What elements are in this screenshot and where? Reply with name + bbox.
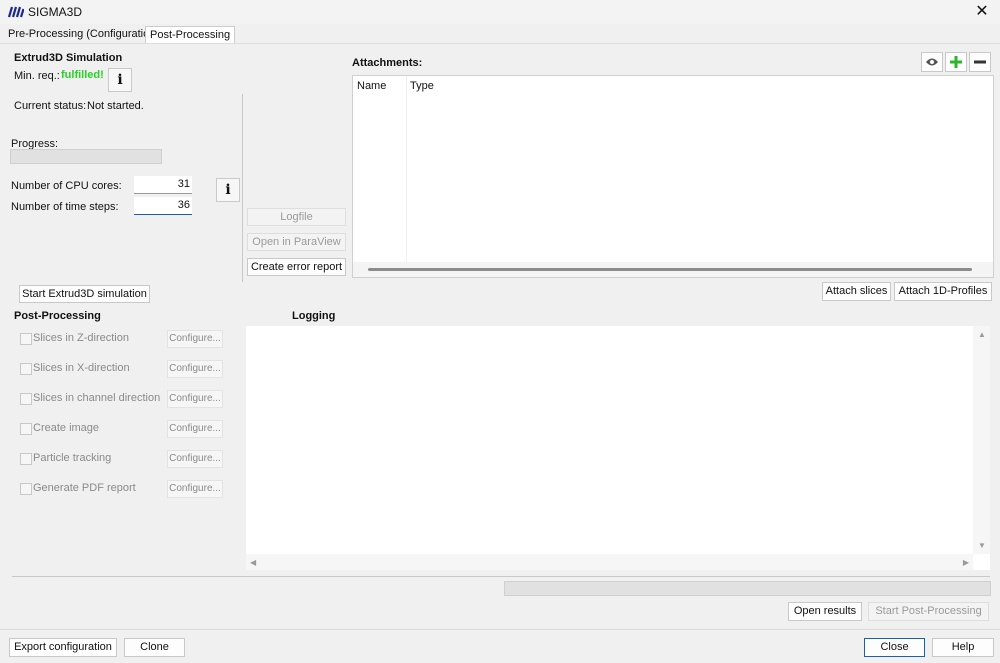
app-logo-icon <box>8 6 24 18</box>
configure-pdf-report-button[interactable]: Configure... <box>167 480 223 498</box>
start-simulation-button[interactable]: Start Extrud3D simulation <box>19 285 150 303</box>
post-processing-heading: Post-Processing <box>14 310 101 322</box>
slices-x-label: Slices in X-direction <box>33 362 130 374</box>
left-divider <box>242 94 243 282</box>
plus-icon <box>950 56 962 68</box>
view-attachment-button[interactable] <box>921 52 943 72</box>
particle-tracking-checkbox[interactable] <box>20 453 32 465</box>
min-req-value: fulfilled! <box>61 69 104 81</box>
pdf-report-checkbox[interactable] <box>20 483 32 495</box>
scroll-up-icon[interactable]: ▲ <box>978 330 986 339</box>
scroll-down-icon[interactable]: ▼ <box>978 541 986 550</box>
help-button[interactable]: Help <box>932 638 994 657</box>
slices-z-checkbox[interactable] <box>20 333 32 345</box>
logging-vscrollbar[interactable]: ▲ ▼ <box>973 326 990 554</box>
close-button[interactable]: Close <box>864 638 925 657</box>
min-req-info-button[interactable]: i <box>108 68 132 92</box>
column-header-name[interactable]: Name <box>357 80 386 92</box>
bottom-divider <box>12 576 990 577</box>
eye-icon <box>926 58 938 66</box>
hscroll-thumb[interactable] <box>368 268 972 271</box>
export-configuration-button[interactable]: Export configuration <box>9 638 117 657</box>
minus-icon <box>974 60 986 64</box>
logging-textarea[interactable]: ▲ ▼ ◀ ▶ <box>246 326 990 570</box>
column-header-type[interactable]: Type <box>410 80 434 92</box>
cpu-cores-input[interactable]: 31 <box>134 176 192 194</box>
configure-slices-z-button[interactable]: Configure... <box>167 330 223 348</box>
logging-heading: Logging <box>292 310 336 322</box>
configure-create-image-button[interactable]: Configure... <box>167 420 223 438</box>
slices-z-label: Slices in Z-direction <box>33 332 129 344</box>
tab-pre-processing[interactable]: Pre-Processing (Configuration) <box>4 26 163 42</box>
attach-slices-button[interactable]: Attach slices <box>822 282 891 301</box>
time-steps-label: Number of time steps: <box>11 201 119 213</box>
start-post-processing-button[interactable]: Start Post-Processing <box>868 602 989 621</box>
column-divider <box>406 76 407 262</box>
create-image-label: Create image <box>33 422 100 434</box>
pdf-report-label: Generate PDF report <box>33 482 136 494</box>
configure-slices-channel-button[interactable]: Configure... <box>167 390 223 408</box>
open-paraview-button[interactable]: Open in ParaView <box>247 233 346 251</box>
create-error-report-button[interactable]: Create error report <box>247 258 346 276</box>
slices-channel-checkbox[interactable] <box>20 393 32 405</box>
attachments-heading: Attachments: <box>352 57 423 69</box>
post-processing-progress-bar <box>504 581 991 596</box>
configure-slices-x-button[interactable]: Configure... <box>167 360 223 378</box>
attachments-table[interactable]: Name Type <box>352 75 994 278</box>
add-attachment-button[interactable] <box>945 52 967 72</box>
simulation-heading: Extrud3D Simulation <box>14 52 123 64</box>
logfile-button[interactable]: Logfile <box>247 208 346 226</box>
remove-attachment-button[interactable] <box>969 52 991 72</box>
min-req-label: Min. req.: <box>14 70 60 82</box>
slices-channel-label: Slices in channel direction <box>33 392 161 404</box>
tab-post-processing[interactable]: Post-Processing <box>145 26 236 43</box>
time-steps-input[interactable]: 36 <box>134 197 192 215</box>
window-close-icon[interactable]: ✕ <box>972 2 992 22</box>
attachments-hscrollbar[interactable] <box>353 262 993 277</box>
clone-button[interactable]: Clone <box>124 638 185 657</box>
scroll-right-icon[interactable]: ▶ <box>963 558 969 567</box>
slices-x-checkbox[interactable] <box>20 363 32 375</box>
simulation-progress-bar <box>10 149 162 164</box>
configure-particle-tracking-button[interactable]: Configure... <box>167 450 223 468</box>
cpu-cores-label: Number of CPU cores: <box>11 180 122 192</box>
scroll-left-icon[interactable]: ◀ <box>250 558 256 567</box>
attach-1d-profiles-button[interactable]: Attach 1D-Profiles <box>894 282 992 301</box>
tab-divider <box>0 43 1000 44</box>
window-title: SIGMA3D <box>28 5 83 19</box>
title-bar <box>0 0 1000 24</box>
status-value: Not started. <box>87 100 144 112</box>
footer-divider <box>0 629 1000 630</box>
create-image-checkbox[interactable] <box>20 423 32 435</box>
settings-info-button[interactable]: i <box>216 178 240 202</box>
status-label: Current status: <box>14 100 87 112</box>
particle-tracking-label: Particle tracking <box>33 452 112 464</box>
logging-hscrollbar[interactable]: ◀ ▶ <box>246 554 973 570</box>
open-results-button[interactable]: Open results <box>788 602 862 621</box>
